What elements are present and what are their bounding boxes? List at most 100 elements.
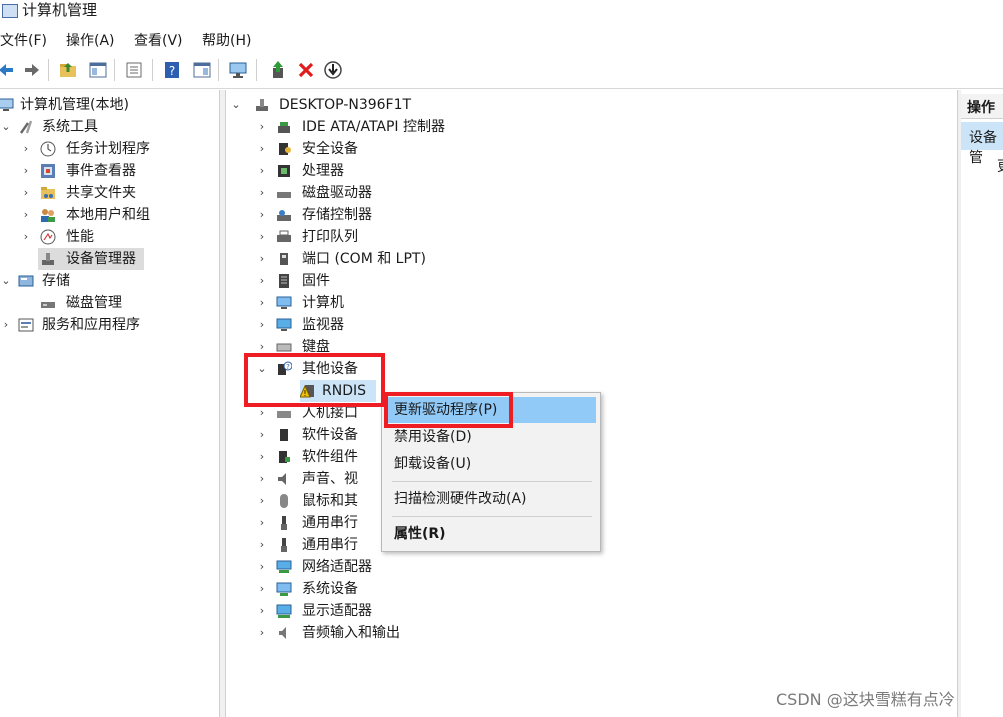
- device-category[interactable]: › 打印队列: [256, 226, 656, 248]
- chevron-right-icon[interactable]: ›: [256, 512, 268, 534]
- device-category[interactable]: › 端口 (COM 和 LPT): [256, 248, 656, 270]
- device-category[interactable]: › 存储控制器: [256, 204, 656, 226]
- actions-more[interactable]: 更: [997, 156, 1003, 176]
- svg-text:?: ?: [169, 64, 175, 78]
- tree-item-task-scheduler[interactable]: › 任务计划程序: [0, 138, 219, 160]
- tree-item-local-users[interactable]: › 本地用户和组: [0, 204, 219, 226]
- back-arrow-icon[interactable]: [0, 60, 16, 80]
- chevron-right-icon[interactable]: ›: [256, 182, 268, 204]
- tree-item-shared-folders[interactable]: › 共享文件夹: [0, 182, 219, 204]
- software-component-icon: [276, 449, 292, 465]
- chevron-right-icon[interactable]: ›: [256, 446, 268, 468]
- title-bar: 计算机管理: [0, 0, 1003, 26]
- menu-properties[interactable]: 属性(R): [384, 521, 596, 547]
- tree-item-root[interactable]: 计算机管理(本地): [0, 94, 219, 116]
- device-category[interactable]: › 磁盘驱动器: [256, 182, 656, 204]
- chevron-right-icon[interactable]: ›: [256, 534, 268, 556]
- device-category[interactable]: › 计算机: [256, 292, 656, 314]
- chevron-right-icon[interactable]: ›: [256, 226, 268, 248]
- device-category[interactable]: › 安全设备: [256, 138, 656, 160]
- category-label: 网络适配器: [302, 559, 372, 575]
- shared-folder-icon: [40, 185, 56, 201]
- device-category[interactable]: › 固件: [256, 270, 656, 292]
- uninstall-x-icon[interactable]: [296, 60, 316, 80]
- disk-icon: [40, 295, 56, 311]
- tree-item-storage[interactable]: ⌄ 存储: [0, 270, 219, 292]
- up-folder-icon[interactable]: [58, 60, 78, 80]
- menu-action[interactable]: 操作(A): [66, 32, 115, 50]
- help-icon[interactable]: ?: [162, 60, 182, 80]
- watermark: CSDN @这块雪糕有点冷: [776, 690, 955, 709]
- chevron-down-icon[interactable]: ⌄: [0, 270, 12, 292]
- device-category[interactable]: › 显示适配器: [256, 600, 656, 622]
- chevron-right-icon[interactable]: ›: [256, 314, 268, 336]
- tree-item-disk-management[interactable]: 磁盘管理: [0, 292, 219, 314]
- chevron-right-icon[interactable]: ›: [256, 248, 268, 270]
- actions-header: 操作: [961, 94, 1003, 119]
- chevron-right-icon[interactable]: ›: [256, 556, 268, 578]
- chevron-right-icon[interactable]: ›: [256, 468, 268, 490]
- chevron-right-icon[interactable]: ›: [256, 490, 268, 512]
- category-label: 显示适配器: [302, 603, 372, 619]
- chevron-right-icon[interactable]: ›: [20, 160, 32, 182]
- category-label: 监视器: [302, 317, 344, 333]
- device-category[interactable]: › 网络适配器: [256, 556, 656, 578]
- menu-help[interactable]: 帮助(H): [202, 32, 251, 50]
- chevron-right-icon[interactable]: ›: [256, 160, 268, 182]
- properties-pane-icon[interactable]: [192, 60, 212, 80]
- annotation-box-other-devices: [244, 353, 385, 407]
- menu-file[interactable]: 文件(F): [0, 32, 47, 50]
- device-category[interactable]: › 系统设备: [256, 578, 656, 600]
- chevron-right-icon[interactable]: ›: [256, 138, 268, 160]
- show-tree-icon[interactable]: [88, 60, 108, 80]
- category-label: 计算机: [302, 295, 344, 311]
- category-label: 鼠标和其: [302, 493, 358, 509]
- chevron-right-icon[interactable]: ›: [20, 182, 32, 204]
- chevron-right-icon[interactable]: ›: [256, 600, 268, 622]
- chevron-right-icon[interactable]: ›: [256, 578, 268, 600]
- category-label: 处理器: [302, 163, 344, 179]
- chevron-right-icon[interactable]: ›: [0, 314, 12, 336]
- chevron-right-icon[interactable]: ›: [20, 226, 32, 248]
- tree-item-performance[interactable]: › 性能: [0, 226, 219, 248]
- device-category[interactable]: › IDE ATA/ATAPI 控制器: [256, 116, 656, 138]
- window-title: 计算机管理: [22, 1, 98, 19]
- menu-scan-hardware[interactable]: 扫描检测硬件改动(A): [384, 486, 596, 512]
- category-label: 通用串行: [302, 515, 358, 531]
- chevron-right-icon[interactable]: ›: [256, 204, 268, 226]
- tree-item-system-tools[interactable]: ⌄ 系统工具: [0, 116, 219, 138]
- tree-item-event-viewer[interactable]: › 事件查看器: [0, 160, 219, 182]
- usb-icon: [276, 537, 292, 553]
- menu-uninstall-device[interactable]: 卸载设备(U): [384, 451, 596, 477]
- mouse-icon: [276, 493, 292, 509]
- menu-view[interactable]: 查看(V): [134, 32, 183, 50]
- export-list-icon[interactable]: [124, 60, 144, 80]
- actions-device-manager[interactable]: 设备管: [961, 122, 1003, 166]
- tree-label: 共享文件夹: [66, 185, 136, 201]
- category-label: 通用串行: [302, 537, 358, 553]
- chevron-down-icon[interactable]: ⌄: [230, 94, 242, 116]
- chevron-right-icon[interactable]: ›: [256, 292, 268, 314]
- software-device-icon: [276, 427, 292, 443]
- device-manager-icon: [40, 251, 56, 267]
- monitor-icon[interactable]: [228, 60, 248, 80]
- tools-icon: [18, 119, 34, 135]
- update-driver-icon[interactable]: [268, 60, 288, 80]
- device-category[interactable]: › 监视器: [256, 314, 656, 336]
- menu-separator: [392, 516, 592, 517]
- device-category[interactable]: › 处理器: [256, 160, 656, 182]
- tree-item-services[interactable]: › 服务和应用程序: [0, 314, 219, 336]
- chevron-right-icon[interactable]: ›: [256, 424, 268, 446]
- device-category[interactable]: › 音频输入和输出: [256, 622, 656, 644]
- storage-controller-icon: [276, 207, 292, 223]
- chevron-right-icon[interactable]: ›: [256, 270, 268, 292]
- chevron-right-icon[interactable]: ›: [256, 622, 268, 644]
- scan-download-icon[interactable]: [323, 60, 343, 80]
- forward-arrow-icon[interactable]: [22, 60, 42, 80]
- chevron-right-icon[interactable]: ›: [256, 116, 268, 138]
- chevron-down-icon[interactable]: ⌄: [0, 116, 12, 138]
- chevron-right-icon[interactable]: ›: [20, 204, 32, 226]
- tree-item-device-manager[interactable]: 设备管理器: [38, 248, 144, 270]
- device-tree-root[interactable]: ⌄ DESKTOP-N396F1T: [230, 94, 630, 116]
- chevron-right-icon[interactable]: ›: [20, 138, 32, 160]
